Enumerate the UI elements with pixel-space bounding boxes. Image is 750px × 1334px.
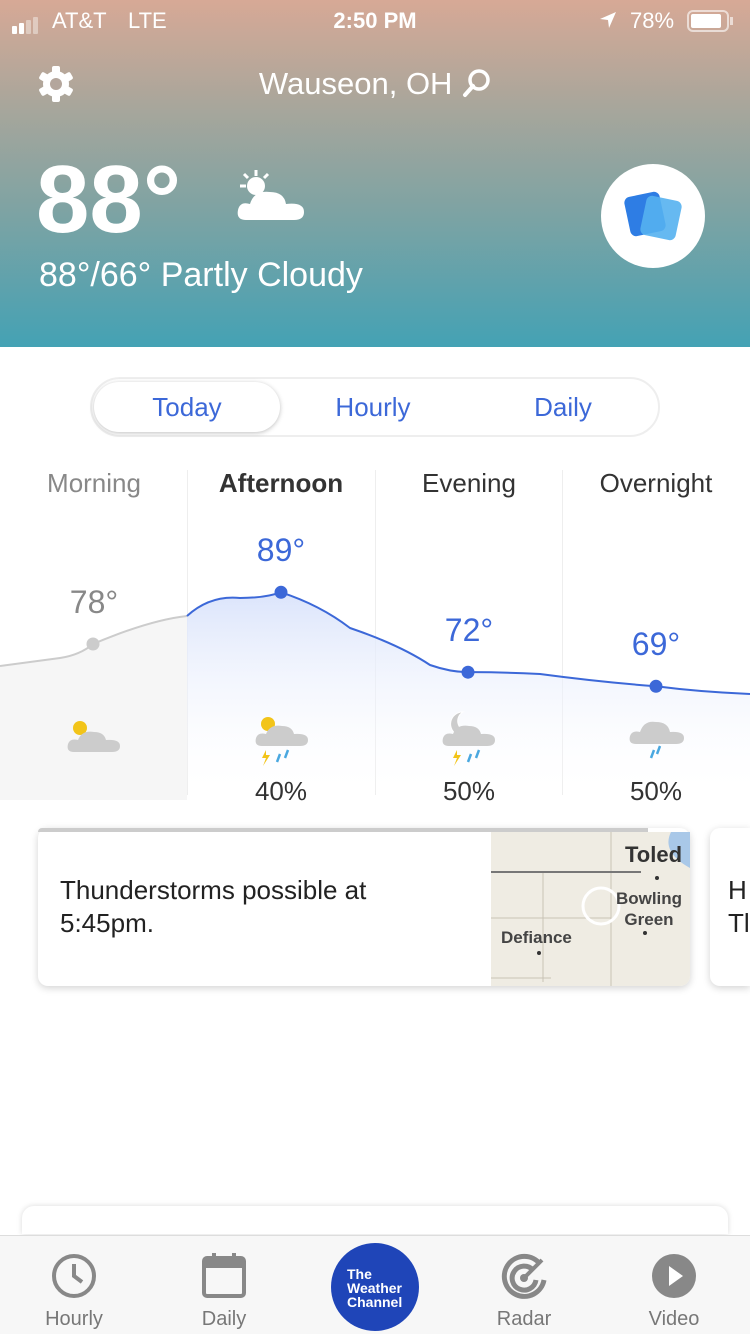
search-icon	[461, 68, 491, 106]
cards-button[interactable]	[601, 164, 705, 268]
temp-point-overnight	[649, 679, 663, 693]
play-icon	[652, 1254, 696, 1298]
cards-icon	[624, 191, 682, 241]
radar-icon	[501, 1253, 547, 1299]
logo-text: The Weather Channel	[347, 1266, 403, 1310]
nav-radar[interactable]: Radar	[474, 1252, 574, 1331]
tab-daily[interactable]: Daily	[470, 382, 656, 432]
temp-point-morning	[86, 637, 100, 651]
battery-percent: 78%	[630, 8, 675, 33]
header: AT&T LTE 2:50 PM 78% Wauseon, OH 88° 88°…	[0, 0, 750, 347]
view-segmented-control: Today Hourly Daily	[90, 377, 660, 437]
current-temperature: 88°	[36, 146, 182, 253]
calendar-icon	[202, 1253, 246, 1298]
map-label-toledo: Toled	[625, 842, 683, 867]
temp-point-evening	[461, 665, 475, 679]
temp-overnight: 69°	[631, 626, 681, 662]
nav-hourly[interactable]: Hourly	[24, 1252, 124, 1331]
period-afternoon[interactable]: Afternoon	[187, 468, 375, 499]
battery-icon	[687, 10, 735, 38]
thunderstorm-moon-icon	[441, 708, 497, 773]
next-card[interactable]: H Tl	[710, 828, 750, 986]
nav-video[interactable]: Video	[624, 1252, 724, 1331]
radar-map-thumbnail[interactable]: Toled Bowling Green Defiance	[491, 832, 690, 986]
nav-weather-channel-logo[interactable]: The Weather Channel	[331, 1243, 419, 1331]
nav-label: Video	[648, 1308, 700, 1330]
nav-label: Hourly	[45, 1308, 103, 1330]
partly-cloudy-icon	[234, 168, 308, 229]
clock-icon	[52, 1254, 96, 1298]
partly-cloudy-icon	[66, 714, 122, 759]
period-morning[interactable]: Morning	[0, 468, 188, 499]
location-arrow-icon	[598, 10, 618, 36]
temp-point-afternoon	[274, 585, 288, 599]
precip-overnight: 50%	[629, 776, 683, 806]
bottom-nav: Hourly Daily The Weather Channel Radar V…	[0, 1235, 750, 1334]
alert-text: Thunderstorms possible at 5:45pm.	[60, 875, 367, 938]
temp-morning: 78°	[69, 584, 119, 620]
precip-evening: 50%	[442, 776, 496, 806]
nav-label: Daily	[201, 1308, 247, 1330]
high-low-summary: 88°/66° Partly Cloudy	[39, 256, 363, 294]
temp-evening: 72°	[444, 612, 494, 648]
map-label-bowling-green: Bowling Green	[615, 889, 683, 929]
nav-label: Radar	[496, 1308, 552, 1330]
tab-today[interactable]: Today	[94, 382, 280, 432]
rain-icon	[628, 712, 684, 771]
period-overnight[interactable]: Overnight	[562, 468, 750, 499]
map-label-defiance: Defiance	[501, 928, 572, 947]
tab-hourly[interactable]: Hourly	[280, 382, 466, 432]
thunderstorm-sun-icon	[254, 710, 310, 773]
precip-afternoon: 40%	[254, 776, 308, 806]
status-bar: AT&T LTE 2:50 PM 78%	[0, 8, 750, 36]
temp-afternoon: 89°	[256, 532, 306, 568]
location-name: Wauseon, OH	[258, 66, 453, 101]
location-search-button[interactable]: Wauseon, OH	[0, 66, 750, 106]
alert-card[interactable]: Thunderstorms possible at 5:45pm. Toled …	[38, 828, 690, 986]
nav-daily[interactable]: Daily	[174, 1252, 274, 1331]
period-evening[interactable]: Evening	[375, 468, 563, 499]
next-module-card	[22, 1206, 728, 1234]
next-card-text: H Tl	[728, 875, 750, 938]
